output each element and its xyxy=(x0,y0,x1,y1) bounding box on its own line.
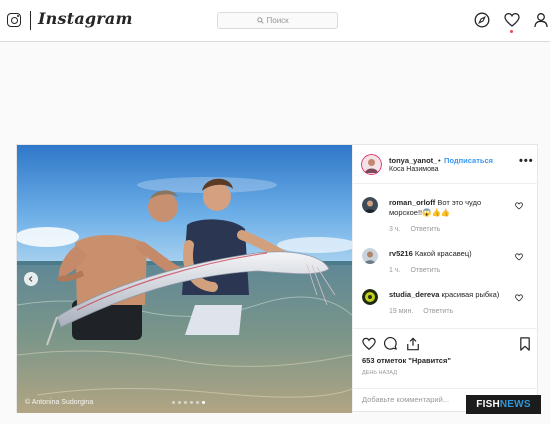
carousel-dots xyxy=(172,401,205,404)
chevron-left-icon xyxy=(28,276,33,282)
add-comment-input[interactable] xyxy=(362,395,462,404)
follow-button[interactable]: Подписаться xyxy=(444,156,493,165)
fishnews-logo-part2: NEWS xyxy=(499,399,531,410)
comment-meta: 1 ч. Ответить xyxy=(389,267,440,274)
comment-time[interactable]: 19 мин. xyxy=(389,308,413,315)
carousel-dot xyxy=(196,401,199,404)
reply-button[interactable]: Ответить xyxy=(423,308,453,315)
more-options-icon[interactable]: ••• xyxy=(519,155,534,167)
comment-username[interactable]: roman_orloff xyxy=(389,198,435,207)
commenter-avatar[interactable] xyxy=(362,289,378,305)
comment-time[interactable]: 1 ч. xyxy=(389,267,400,274)
post-photo[interactable]: © Antonina Sudorgina xyxy=(17,145,352,413)
post-sidebar: tonya_yanot_ • Подписаться Коса Назимова… xyxy=(352,145,539,413)
carousel-dot xyxy=(190,401,193,404)
search-box[interactable] xyxy=(217,12,338,29)
fishnews-logo-part1: FISH xyxy=(476,399,500,410)
carousel-dot xyxy=(172,401,175,404)
comment-like-icon[interactable] xyxy=(515,253,523,261)
comment-username[interactable]: rv5216 xyxy=(389,249,413,258)
comment-meta: 3 ч. Ответить xyxy=(389,226,440,233)
share-icon[interactable] xyxy=(406,337,420,351)
carousel-dot xyxy=(184,401,187,404)
instagram-wordmark[interactable]: Instagram xyxy=(38,9,133,28)
comment-like-icon[interactable] xyxy=(515,294,523,302)
reply-button[interactable]: Ответить xyxy=(410,226,440,233)
instagram-logo-icon[interactable] xyxy=(7,13,21,27)
post-location[interactable]: Коса Назимова xyxy=(389,166,439,173)
reply-button[interactable]: Ответить xyxy=(410,267,440,274)
compass-icon[interactable] xyxy=(474,12,490,28)
comment-body: красивая рыбка) xyxy=(441,290,500,299)
carousel-dot xyxy=(178,401,181,404)
comment-text: roman_orloff Вот это чудо морское!!😱👍👍 xyxy=(389,198,509,218)
top-nav: Instagram xyxy=(0,0,550,42)
comment-body: Какой красавец) xyxy=(414,249,472,258)
post-card: © Antonina Sudorgina tonya_yanot_ • Подп… xyxy=(16,144,539,413)
heart-icon[interactable] xyxy=(504,12,520,28)
comment-meta: 19 мин. Ответить xyxy=(389,308,453,315)
commenter-avatar[interactable] xyxy=(362,248,378,264)
author-avatar[interactable] xyxy=(361,154,382,175)
like-icon[interactable] xyxy=(362,337,376,351)
notification-dot xyxy=(510,30,513,33)
author-username[interactable]: tonya_yanot_ xyxy=(389,156,437,165)
post-timestamp[interactable]: день назад xyxy=(362,370,397,376)
nav-divider xyxy=(30,11,31,30)
post-actions: 653 отметок "Нравится" день назад xyxy=(353,328,539,388)
profile-icon[interactable] xyxy=(533,12,549,28)
carousel-prev-button[interactable] xyxy=(24,272,38,286)
comment-icon[interactable] xyxy=(384,337,398,351)
comment-text: rv5216 Какой красавец) xyxy=(389,249,509,259)
likes-count[interactable]: 653 отметок "Нравится" xyxy=(362,356,451,365)
photo-credit: © Antonina Sudorgina xyxy=(25,399,94,406)
fishnews-logo: FISH NEWS xyxy=(466,395,541,414)
carousel-dot-active xyxy=(202,401,205,404)
comment-time[interactable]: 3 ч. xyxy=(389,226,400,233)
search-input[interactable] xyxy=(266,16,299,25)
comment-like-icon[interactable] xyxy=(515,202,523,210)
post-header: tonya_yanot_ • Подписаться Коса Назимова… xyxy=(353,145,539,184)
header-bullet: • xyxy=(438,156,441,165)
search-icon xyxy=(256,17,264,24)
commenter-avatar[interactable] xyxy=(362,197,378,213)
bookmark-icon[interactable] xyxy=(519,337,531,351)
comment-text: studia_dereva красивая рыбка) xyxy=(389,290,509,300)
comment-username[interactable]: studia_dereva xyxy=(389,290,439,299)
